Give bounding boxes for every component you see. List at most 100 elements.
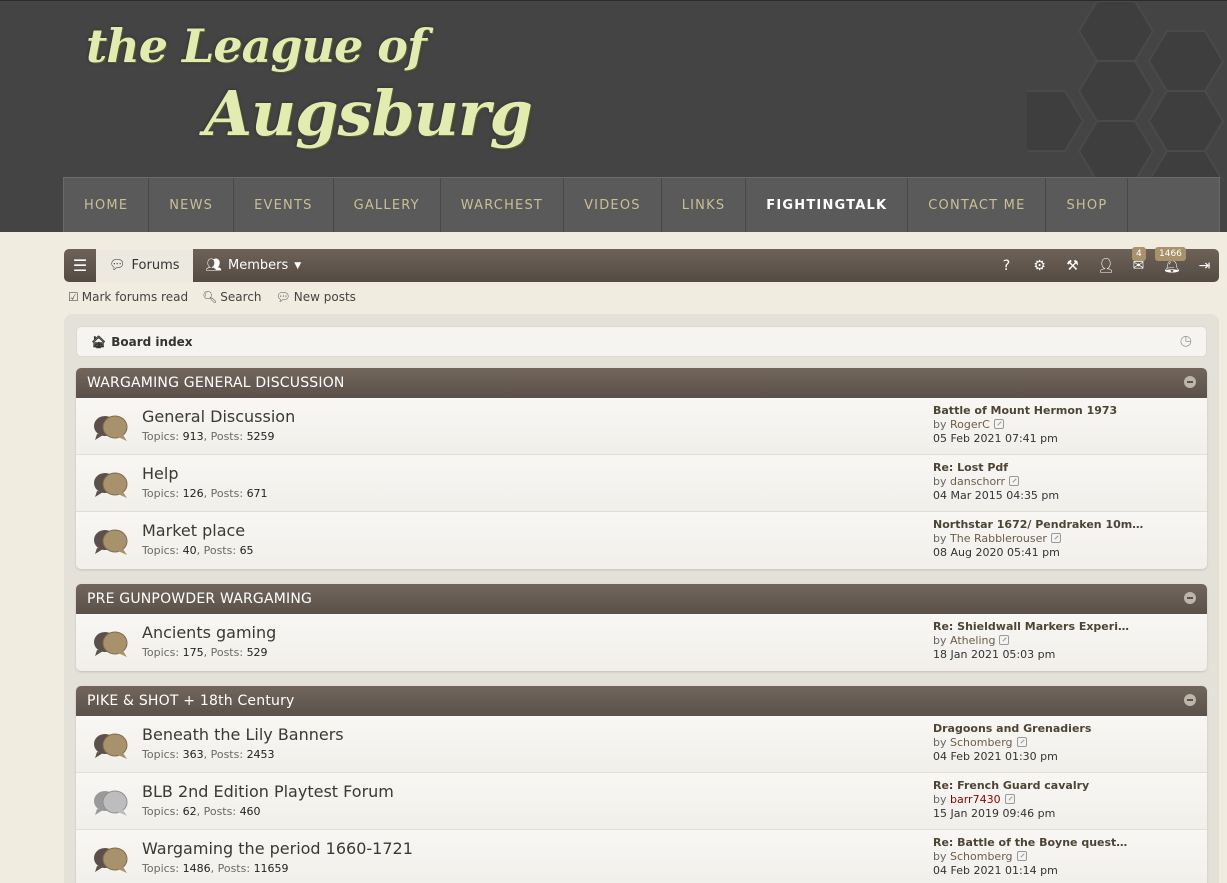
site-logo[interactable]: the League of Augsburg [84, 15, 533, 165]
last-post-info: Re: Battle of the Boyne quest… by Schomb… [933, 836, 1127, 878]
category-header: WARGAMING GENERAL DISCUSSION [76, 368, 1207, 398]
posts-count: 460 [239, 805, 261, 818]
clock-icon[interactable]: ◷ [1180, 333, 1192, 349]
posts-count: 65 [239, 544, 254, 557]
last-poster-link[interactable]: Schomberg [950, 850, 1013, 863]
nav-item-home[interactable]: HOME [64, 178, 150, 232]
tab-forums-label: Forums [131, 258, 180, 273]
posts-label: Posts: [210, 748, 244, 761]
last-post-date: 04 Feb 2021 01:14 pm [933, 864, 1058, 877]
topics-count: 62 [182, 805, 197, 818]
last-post-title-link[interactable]: Dragoons and Grenadiers [933, 722, 1091, 736]
forum-status-icon [94, 847, 128, 873]
topics-label: Topics: [142, 487, 180, 500]
last-post-title-link[interactable]: Re: Lost Pdf [933, 461, 1059, 475]
hexagon-pattern-decoration [1027, 1, 1225, 181]
nav-item-news[interactable]: NEWS [149, 178, 235, 232]
forum-title-link[interactable]: Market place [142, 521, 245, 540]
category-title[interactable]: WARGAMING GENERAL DISCUSSION [87, 375, 345, 391]
topics-count: 913 [182, 430, 204, 443]
nav-item-events[interactable]: EVENTS [234, 178, 334, 232]
search-link[interactable]: 🔍︎ Search [202, 290, 261, 304]
category-title[interactable]: PRE GUNPOWDER WARGAMING [87, 591, 312, 607]
forum-title-link[interactable]: Beneath the Lily Banners [142, 725, 344, 744]
by-label: by [933, 475, 947, 488]
nav-item-shop[interactable]: SHOP [1046, 178, 1129, 232]
view-latest-post-icon[interactable] [999, 635, 1010, 645]
nav-item-contact-me[interactable]: CONTACT ME [908, 178, 1047, 232]
forum-category: WARGAMING GENERAL DISCUSSION General Dis… [76, 368, 1207, 569]
topics-label: Topics: [142, 805, 180, 818]
site-header: the League of Augsburg HOME NEWS EVENTS GAL… [0, 0, 1227, 232]
nav-item-gallery[interactable]: GALLERY [334, 178, 441, 232]
ucp-gears-icon[interactable]: ⚙ [1031, 258, 1048, 274]
checkbox-icon: ☑ [68, 290, 79, 304]
last-post-title-link[interactable]: Battle of Mount Hermon 1973 [933, 404, 1117, 418]
tab-forums[interactable]: 💬︎ Forums [96, 249, 193, 282]
view-latest-post-icon[interactable] [1016, 737, 1027, 747]
nav-item-videos[interactable]: VIDEOS [564, 178, 662, 232]
posts-label: Posts: [203, 805, 237, 818]
question-icon[interactable]: ? [998, 258, 1015, 274]
new-posts-link[interactable]: 💬︎ New posts [276, 290, 356, 304]
forum-stats: Topics: 913, Posts: 5259 [142, 430, 275, 443]
forum-status-icon [94, 733, 128, 759]
forum-row: BLB 2nd Edition Playtest Forum Topics: 6… [76, 773, 1207, 830]
view-latest-post-icon[interactable] [993, 419, 1004, 429]
hamburger-menu-icon[interactable]: ☰ [64, 249, 96, 282]
home-icon: 🏠︎ [91, 334, 107, 349]
forum-title-link[interactable]: Ancients gaming [142, 623, 276, 642]
last-poster-link[interactable]: Schomberg [950, 736, 1013, 749]
last-post-title-link[interactable]: Northstar 1672/ Pendraken 10m… [933, 518, 1143, 532]
board-index-link[interactable]: Board index [111, 335, 192, 349]
last-post-info: Northstar 1672/ Pendraken 10m… by The Ra… [933, 518, 1143, 560]
nav-item-warchest[interactable]: WARCHEST [441, 178, 565, 232]
forum-title-link[interactable]: BLB 2nd Edition Playtest Forum [142, 782, 394, 801]
topics-count: 175 [182, 646, 204, 659]
collapse-icon[interactable] [1184, 376, 1196, 388]
view-latest-post-icon[interactable] [1016, 851, 1027, 861]
new-posts-label: New posts [293, 290, 356, 304]
by-label: by [933, 850, 947, 863]
forum-row: Market place Topics: 40, Posts: 65 North… [76, 512, 1207, 569]
forum-title-link[interactable]: Wargaming the period 1660-1721 [142, 839, 413, 858]
tab-members[interactable]: 👥︎ Members ▼ [193, 249, 315, 282]
nav-item-links[interactable]: LINKS [662, 178, 747, 232]
logout-icon[interactable]: ⇥ [1196, 258, 1213, 274]
bell-icon[interactable]: 🔔︎ 1466 [1155, 246, 1186, 274]
posts-count: 2453 [246, 748, 275, 761]
view-latest-post-icon[interactable] [1004, 794, 1015, 804]
last-poster-link[interactable]: Atheling [950, 634, 995, 647]
mark-forums-read-label: Mark forums read [81, 290, 189, 304]
notifications-badge: 1466 [1155, 246, 1186, 261]
by-label: by [933, 793, 947, 806]
posts-count: 5259 [246, 430, 275, 443]
last-post-title-link[interactable]: Re: French Guard cavalry [933, 779, 1089, 793]
by-label: by [933, 634, 947, 647]
forum-title-link[interactable]: Help [142, 464, 178, 483]
moderator-gavel-icon[interactable]: ⚒ [1064, 258, 1081, 274]
nav-item-fightingtalk[interactable]: FIGHTINGTALK [746, 178, 909, 232]
category-title[interactable]: PIKE & SHOT + 18th Century [87, 693, 295, 709]
last-post-title-link[interactable]: Re: Battle of the Boyne quest… [933, 836, 1127, 850]
last-poster-link[interactable]: barr7430 [950, 793, 1001, 806]
last-poster-link[interactable]: RogerC [950, 418, 990, 431]
view-latest-post-icon[interactable] [1009, 476, 1020, 486]
last-post-title-link[interactable]: Re: Shieldwall Markers Experi… [933, 620, 1129, 634]
topics-count: 1486 [182, 862, 211, 875]
collapse-icon[interactable] [1184, 592, 1196, 604]
group-icon: 👥︎ [205, 258, 223, 273]
forum-title-link[interactable]: General Discussion [142, 407, 295, 426]
collapse-icon[interactable] [1184, 694, 1196, 706]
last-post-info: Re: Lost Pdf by danschorr 04 Mar 2015 04… [933, 461, 1059, 503]
chevron-down-icon: ▼ [294, 260, 302, 271]
user-icon[interactable]: 👤︎ [1097, 258, 1115, 274]
forum-stats: Topics: 363, Posts: 2453 [142, 748, 275, 761]
logo-text-line2: Augsburg [204, 77, 533, 150]
inbox-icon[interactable]: ✉ 4 [1130, 246, 1147, 274]
view-latest-post-icon[interactable] [1050, 533, 1061, 543]
last-poster-link[interactable]: The Rabblerouser [950, 532, 1047, 545]
mark-forums-read-link[interactable]: ☑ Mark forums read [68, 290, 188, 304]
forum-status-icon [94, 529, 128, 555]
last-poster-link[interactable]: danschorr [950, 475, 1005, 488]
